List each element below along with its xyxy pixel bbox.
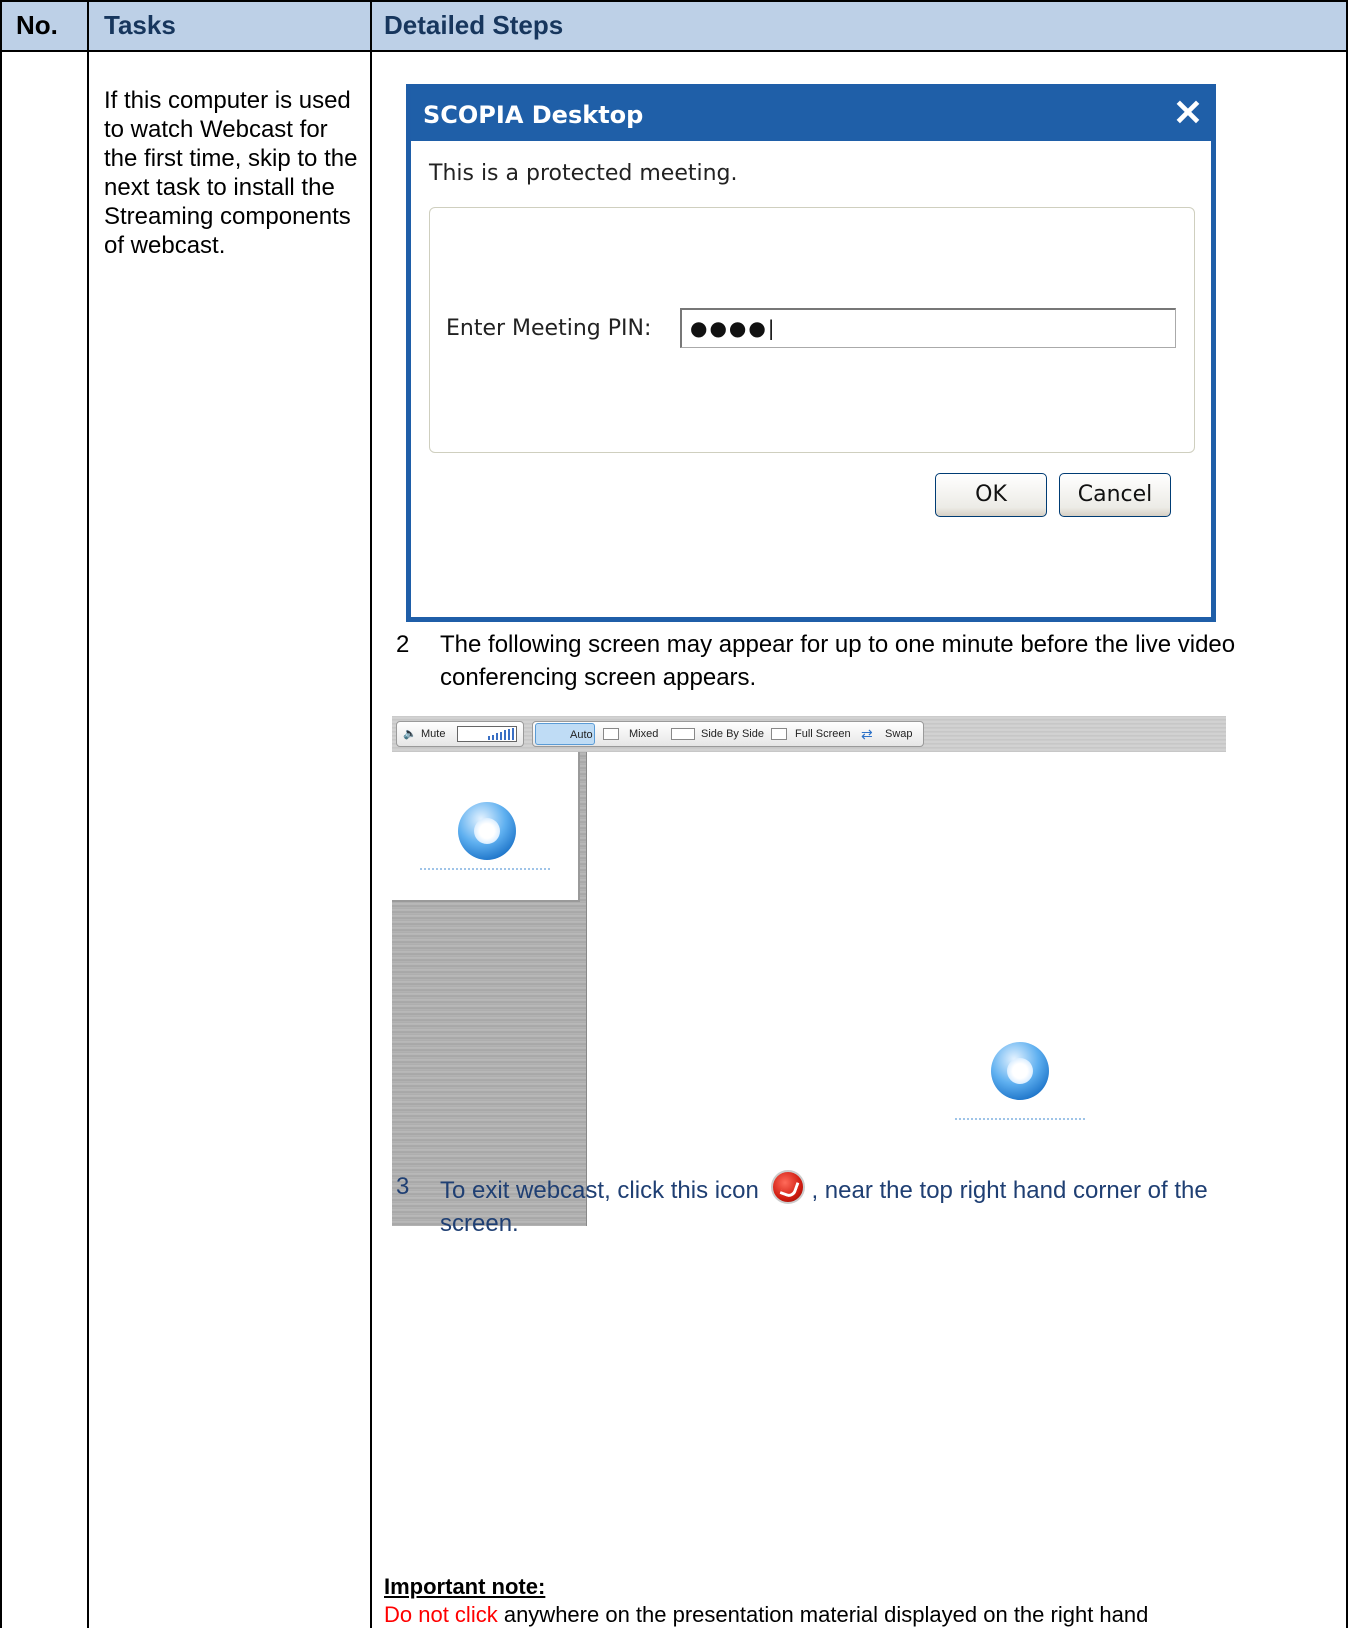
quicktime-icon bbox=[991, 1042, 1049, 1100]
dialog-title: SCOPIA Desktop bbox=[423, 101, 644, 129]
layout-controls: Auto Mixed Side By Side Full Screen ⇄ Sw… bbox=[532, 721, 924, 747]
auto-layout-button[interactable]: Auto bbox=[535, 723, 595, 745]
table-border-top bbox=[0, 0, 1348, 2]
side-by-side-button[interactable]: Side By Side bbox=[701, 722, 764, 746]
important-note-text: Do not click anywhere on the presentatio… bbox=[384, 1602, 1148, 1628]
swap-icon: ⇄ bbox=[861, 726, 873, 742]
table-header-row: No. Tasks Detailed Steps bbox=[0, 0, 1348, 52]
exit-webcast-icon bbox=[771, 1170, 806, 1204]
protected-meeting-message: This is a protected meeting. bbox=[429, 161, 738, 186]
dialog-titlebar: SCOPIA Desktop ✕ bbox=[411, 89, 1211, 141]
webcast-screenshot: 🔈 Mute Auto Mixed Side By Side Full Scre… bbox=[392, 716, 1226, 1226]
audio-controls: 🔈 Mute bbox=[396, 721, 524, 747]
header-detailed-steps: Detailed Steps bbox=[384, 10, 564, 40]
mute-button[interactable]: Mute bbox=[421, 722, 445, 746]
step-2-number: 2 bbox=[396, 631, 410, 658]
auto-label: Auto bbox=[570, 729, 593, 741]
header-no: No. bbox=[16, 10, 58, 40]
scopia-dialog: SCOPIA Desktop ✕ This is a protected mee… bbox=[406, 84, 1216, 622]
cancel-button[interactable]: Cancel bbox=[1059, 473, 1171, 517]
meeting-pin-input[interactable]: ●●●●| bbox=[680, 308, 1176, 348]
step-2-text: The following screen may appear for up t… bbox=[440, 631, 1236, 691]
swap-button[interactable]: Swap bbox=[885, 722, 913, 746]
step-3-text-before: To exit webcast, click this icon bbox=[440, 1177, 759, 1204]
speaker-icon[interactable]: 🔈 bbox=[403, 722, 417, 746]
header-tasks: Tasks bbox=[104, 10, 176, 40]
volume-slider[interactable] bbox=[457, 726, 517, 742]
thumbnail-video bbox=[392, 752, 580, 902]
mixed-icon bbox=[603, 728, 619, 740]
task-description: If this computer is used to watch Webcas… bbox=[104, 87, 358, 259]
important-note-rest: anywhere on the presentation material di… bbox=[497, 1602, 1149, 1627]
column-divider-2 bbox=[370, 0, 372, 1628]
webcast-toolbar: 🔈 Mute Auto Mixed Side By Side Full Scre… bbox=[392, 716, 1226, 752]
instructions-table: No. Tasks Detailed Steps If this compute… bbox=[0, 0, 1348, 1628]
side-by-side-icon bbox=[671, 728, 695, 740]
step-3-text: To exit webcast, click this icon , near … bbox=[440, 1170, 1290, 1240]
full-screen-icon bbox=[771, 728, 787, 740]
full-screen-button[interactable]: Full Screen bbox=[795, 722, 851, 746]
ok-button[interactable]: OK bbox=[935, 473, 1047, 517]
table-header-divider bbox=[0, 50, 1348, 52]
column-divider-1 bbox=[87, 0, 89, 1628]
loading-indicator bbox=[420, 868, 552, 870]
close-icon[interactable]: ✕ bbox=[1173, 93, 1203, 133]
mixed-button[interactable]: Mixed bbox=[629, 722, 658, 746]
step-3-number: 3 bbox=[396, 1173, 410, 1200]
pin-group-box: Enter Meeting PIN: ●●●●| bbox=[429, 207, 1195, 453]
pin-label: Enter Meeting PIN: bbox=[446, 316, 652, 341]
presentation-area bbox=[586, 752, 1226, 1226]
table-border-left bbox=[0, 0, 2, 1628]
important-note-heading: Important note: bbox=[384, 1574, 546, 1599]
important-note-warning: Do not click bbox=[384, 1602, 498, 1627]
loading-indicator bbox=[955, 1118, 1087, 1120]
quicktime-icon bbox=[458, 802, 516, 860]
